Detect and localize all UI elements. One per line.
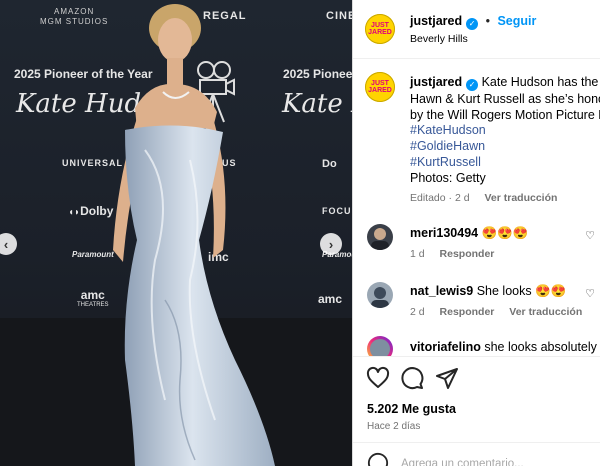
add-comment-input[interactable]: Agrega un comentario... <box>401 458 524 466</box>
header-divider <box>353 58 600 59</box>
backdrop-pioneer-right: 2025 Pionee <box>283 67 352 81</box>
comment-meta: 1 d Responder <box>410 248 494 260</box>
backdrop-logo-dolby-right: Do <box>322 158 337 170</box>
caption-first-line: justjared ✓ Kate Hudson has the su <box>410 74 600 91</box>
next-photo-button[interactable]: › <box>320 233 342 255</box>
hashtag-link[interactable]: #KateHudson <box>410 122 486 138</box>
caption-avatar-text: JUST JARED <box>368 80 392 94</box>
see-translation-link[interactable]: Ver traducción <box>484 192 557 204</box>
header-username[interactable]: justjared <box>410 14 462 28</box>
post-side-panel: JUST JARED justjared ✓ • Seguir Beverly H… <box>352 0 600 466</box>
account-avatar[interactable]: JUST JARED <box>365 14 395 44</box>
see-translation-link[interactable]: Ver traducción <box>509 306 582 318</box>
person-figure <box>113 4 275 466</box>
reply-button[interactable]: Responder <box>440 248 495 260</box>
comment-text: She looks 😍😍 <box>476 284 567 298</box>
reply-button[interactable]: Responder <box>440 306 495 318</box>
comment-text: 😍😍😍 <box>481 226 529 240</box>
header-dot: • <box>485 14 490 28</box>
likes-count[interactable]: 5.202 Me gusta <box>367 402 456 416</box>
avatar-text: JUST JARED <box>368 22 392 36</box>
comment-time: 1 d <box>410 248 425 260</box>
backdrop-script-right: Kate Hu <box>282 89 352 119</box>
backdrop-logo-focus: FOCU <box>322 206 352 216</box>
comment-text: she looks absolutely st <box>484 340 600 354</box>
comment-like-heart-icon[interactable]: ♡ <box>585 287 595 300</box>
comment-avatar[interactable] <box>367 282 393 308</box>
location-link[interactable]: Beverly Hills <box>410 33 468 45</box>
share-send-icon[interactable] <box>435 366 459 390</box>
comment-meta: 2 d Responder Ver traducción <box>410 306 582 318</box>
user-photo-icon <box>371 287 389 308</box>
emoji-icon[interactable] <box>367 452 389 466</box>
comment-bubble-icon[interactable] <box>400 366 424 390</box>
comment-body: meri130494 😍😍😍 <box>410 226 528 241</box>
comment-avatar[interactable] <box>367 224 393 250</box>
backdrop-logo-cine: CINE <box>326 10 352 22</box>
post-time: Hace 2 días <box>367 421 421 432</box>
caption-avatar[interactable]: JUST JARED <box>365 72 395 102</box>
comment-username[interactable]: nat_lewis9 <box>410 284 473 298</box>
hashtag-link[interactable]: #GoldieHawn <box>410 138 485 154</box>
caption-verified-icon: ✓ <box>466 79 479 91</box>
caption-text-line2: Hawn & Kurt Russell as she’s honore <box>410 92 600 106</box>
like-heart-icon[interactable] <box>366 366 390 390</box>
caption-photo-credit: Photos: Getty <box>410 171 486 185</box>
comment-username[interactable]: vitoriafelino <box>410 340 481 354</box>
post-header: justjared ✓ • Seguir <box>410 14 536 30</box>
comment-username[interactable]: meri130494 <box>410 226 478 240</box>
user-photo-icon <box>371 228 389 250</box>
caption-text-line3: by the Will Rogers Motion Picture P <box>410 108 600 122</box>
follow-button[interactable]: Seguir <box>497 14 536 28</box>
comment-like-heart-icon[interactable]: ♡ <box>585 229 595 242</box>
verified-badge-icon: ✓ <box>466 17 479 30</box>
comment-body: vitoriafelino she looks absolutely st <box>410 340 600 354</box>
caption-username[interactable]: justjared <box>410 75 462 89</box>
caption-edited: Editado · 2 d <box>410 192 470 204</box>
comment-time: 2 d <box>410 306 425 318</box>
caption-text-line1: Kate Hudson has the su <box>481 75 600 89</box>
comment-body: nat_lewis9 She looks 😍😍 <box>410 284 566 299</box>
previous-photo-button[interactable]: ‹ <box>0 233 17 255</box>
caption-meta: Editado · 2 d Ver traducción <box>410 192 557 204</box>
post-photo: AMAZON MGM STUDIOS REGAL CINE 2025 Pione… <box>0 0 352 466</box>
comment-divider <box>353 442 600 443</box>
backdrop-logo-amc-right: amc <box>318 292 343 306</box>
hashtag-link[interactable]: #KurtRussell <box>410 154 481 170</box>
